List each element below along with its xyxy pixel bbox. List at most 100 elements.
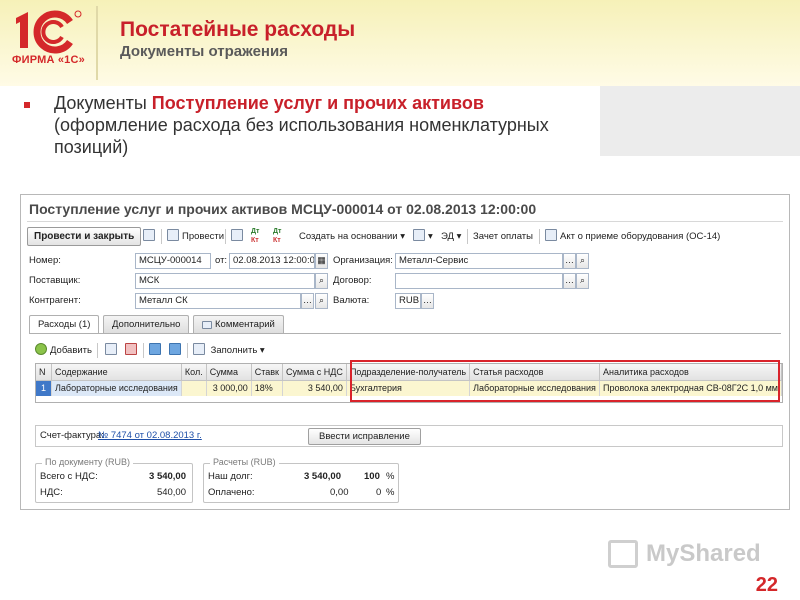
act-os14-button[interactable]: Акт о приеме оборудования (ОС-14) <box>545 227 720 246</box>
our-debt-label: Наш долг: <box>208 471 253 482</box>
dropdown-arrow-icon: ▾ <box>456 231 462 242</box>
percent-sign: % <box>386 471 395 482</box>
dt-kt-report-label-b: Кт <box>273 237 281 244</box>
enter-correction-button[interactable]: Ввести исправление <box>308 428 421 445</box>
dt-kt-report-label-a: Дт <box>273 228 282 235</box>
cell-sum[interactable]: 3 000,00 <box>206 380 252 396</box>
contract-open-icon[interactable]: ⌕ <box>576 273 589 289</box>
dropdown-arrow-icon: ▾ <box>400 231 405 242</box>
copy-icon <box>105 343 117 355</box>
watermark: MyShared <box>608 538 778 574</box>
delete-row-button[interactable] <box>125 341 140 360</box>
cell-content[interactable]: Лабораторные исследования <box>51 380 182 396</box>
calendar-button[interactable]: ▦ <box>315 253 328 269</box>
form-title-divider <box>27 221 783 222</box>
fill-menu[interactable]: Заполнить ▾ <box>193 341 265 360</box>
post-and-close-button[interactable]: Провести и закрыть <box>27 227 142 246</box>
organization-select-button[interactable]: … <box>563 253 576 269</box>
journal-icon <box>231 229 243 241</box>
settlements-group: Расчеты (RUB) Наш долг: 3 540,00 100 % О… <box>203 457 399 503</box>
currency-field[interactable]: RUB <box>395 293 421 309</box>
total-with-vat-label: Всего с НДС: <box>40 471 98 482</box>
contract-field[interactable] <box>395 273 563 289</box>
organization-open-icon[interactable]: ⌕ <box>576 253 589 269</box>
print-icon <box>413 229 425 241</box>
paid-label: Оплачено: <box>208 487 255 498</box>
arrow-down-icon <box>169 343 181 355</box>
col-header-rate[interactable]: Ставк <box>251 364 284 381</box>
toolbar-separator <box>187 343 188 358</box>
1c-logo: ФИРМА «1С» <box>10 8 88 72</box>
payment-offset-button[interactable]: Зачет оплаты <box>473 227 533 246</box>
ed-menu[interactable]: ЭД ▾ <box>441 227 461 246</box>
toolbar-separator <box>143 343 144 358</box>
table-toolbar: Добавить Заполнить ▾ <box>35 341 775 359</box>
currency-label: Валюта: <box>333 295 370 306</box>
paid-value: 0,00 <box>330 487 349 498</box>
toolbar-separator <box>225 229 226 244</box>
ed-label: ЭД <box>441 231 454 242</box>
arrow-up-icon <box>149 343 161 355</box>
date-field[interactable]: 02.08.2013 12:00:00 <box>229 253 315 269</box>
presentation-icon <box>608 540 638 568</box>
by-document-caption: По документу (RUB) <box>42 457 134 467</box>
journal-button[interactable] <box>231 227 246 246</box>
counterparty-select-button[interactable]: … <box>301 293 314 309</box>
bullet-rest: (оформление расхода без использования но… <box>54 115 549 157</box>
number-label: Номер: <box>29 255 61 266</box>
currency-select-button[interactable]: … <box>421 293 434 309</box>
comment-icon <box>202 321 212 329</box>
col-header-sum-vat[interactable]: Сумма с НДС <box>282 364 347 381</box>
col-header-qty[interactable]: Кол. <box>181 364 207 381</box>
document-form: Поступление услуг и прочих активов МСЦУ-… <box>20 194 790 510</box>
counterparty-label: Контрагент: <box>29 295 81 306</box>
supplier-open-icon[interactable]: ⌕ <box>315 273 328 289</box>
col-header-sum[interactable]: Сумма <box>206 364 252 381</box>
dropdown-arrow-icon: ▾ <box>259 345 265 356</box>
total-with-vat-value: 3 540,00 <box>149 471 186 482</box>
number-field[interactable]: МСЦУ-000014 <box>135 253 211 269</box>
page-number: 22 <box>755 574 778 596</box>
decorative-band <box>600 86 800 156</box>
cell-sum-vat[interactable]: 3 540,00 <box>282 380 347 396</box>
bullet-marker <box>24 102 30 108</box>
post-button[interactable]: Провести <box>167 227 224 246</box>
post-label: Провести <box>182 231 225 242</box>
highlight-frame <box>350 360 780 402</box>
dt-kt-button[interactable]: Дт Кт <box>251 227 259 246</box>
col-header-content[interactable]: Содержание <box>51 364 182 381</box>
cell-qty[interactable] <box>181 380 207 396</box>
tab-comment[interactable]: Комментарий <box>193 315 284 333</box>
counterparty-field[interactable]: Металл СК <box>135 293 301 309</box>
save-button[interactable] <box>143 227 158 246</box>
cell-n[interactable]: 1 <box>36 380 53 396</box>
our-debt-value: 3 540,00 <box>304 471 341 482</box>
date-label: от: <box>215 255 228 266</box>
add-row-button[interactable]: Добавить <box>35 341 92 360</box>
header-divider <box>96 6 98 80</box>
col-header-n[interactable]: N <box>36 364 53 381</box>
contract-label: Договор: <box>333 275 372 286</box>
contract-select-button[interactable]: … <box>563 273 576 289</box>
organization-field[interactable]: Металл-Сервис <box>395 253 563 269</box>
copy-row-button[interactable] <box>105 341 120 360</box>
move-up-button[interactable] <box>149 341 164 360</box>
organization-label: Организация: <box>333 255 393 266</box>
add-icon <box>35 343 47 355</box>
counterparty-open-icon[interactable]: ⌕ <box>315 293 328 309</box>
create-based-on-menu[interactable]: Создать на основании ▾ <box>299 227 405 246</box>
vat-label: НДС: <box>40 487 63 498</box>
1c-logo-mark <box>16 10 82 54</box>
form-title: Поступление услуг и прочих активов МСЦУ-… <box>29 201 537 217</box>
move-down-button[interactable] <box>169 341 184 360</box>
toolbar-separator <box>539 229 540 244</box>
tab-expenses[interactable]: Расходы (1) <box>29 315 100 334</box>
dt-kt-report-button[interactable]: Дт Кт <box>273 227 281 246</box>
invoice-link[interactable]: № 7474 от 02.08.2013 г. <box>98 428 202 444</box>
cell-rate[interactable]: 18% <box>251 380 284 396</box>
fill-icon <box>193 343 205 355</box>
supplier-field[interactable]: МСК <box>135 273 315 289</box>
tab-additional[interactable]: Дополнительно <box>103 315 190 333</box>
print-menu[interactable]: ▾ <box>413 227 433 246</box>
slide-header: ФИРМА «1С» Постатейные расходы Документы… <box>0 0 800 86</box>
